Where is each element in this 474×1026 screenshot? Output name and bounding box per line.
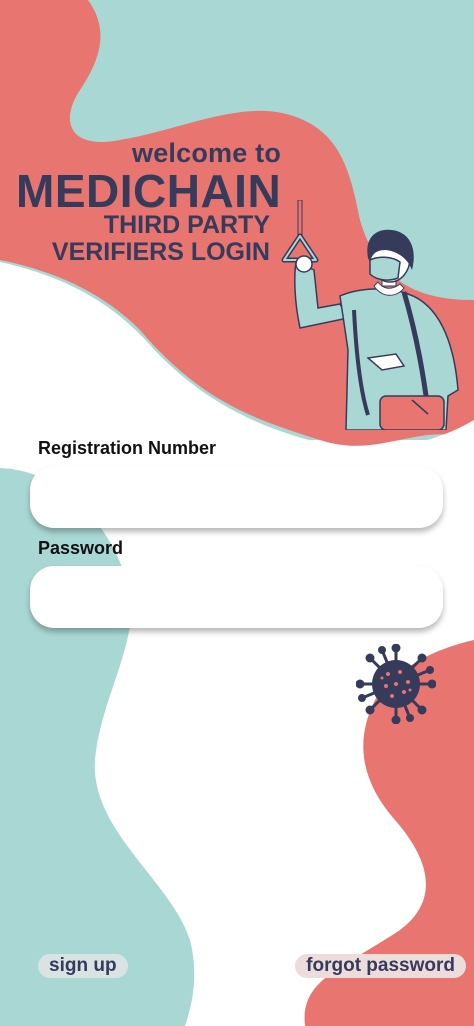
password-input[interactable] [30,566,443,628]
commuter-woman-illustration [281,200,459,430]
password-label: Password [38,538,124,558]
forgot-password-button[interactable]: forgot password [295,954,466,978]
strap-handle-icon [281,200,319,263]
registration-number-label: Registration Number [38,438,217,458]
subtitle-line1: THIRD PARTY [103,211,270,239]
virus-icon [356,644,436,724]
login-subtitle: THIRD PARTY VERIFIERS LOGIN [52,212,270,266]
sign-up-button[interactable]: sign up [38,954,128,978]
subtitle-line2: VERIFIERS LOGIN [51,238,270,266]
registration-number-input[interactable] [30,466,443,528]
app-name-title: MEDICHAIN [16,165,282,217]
